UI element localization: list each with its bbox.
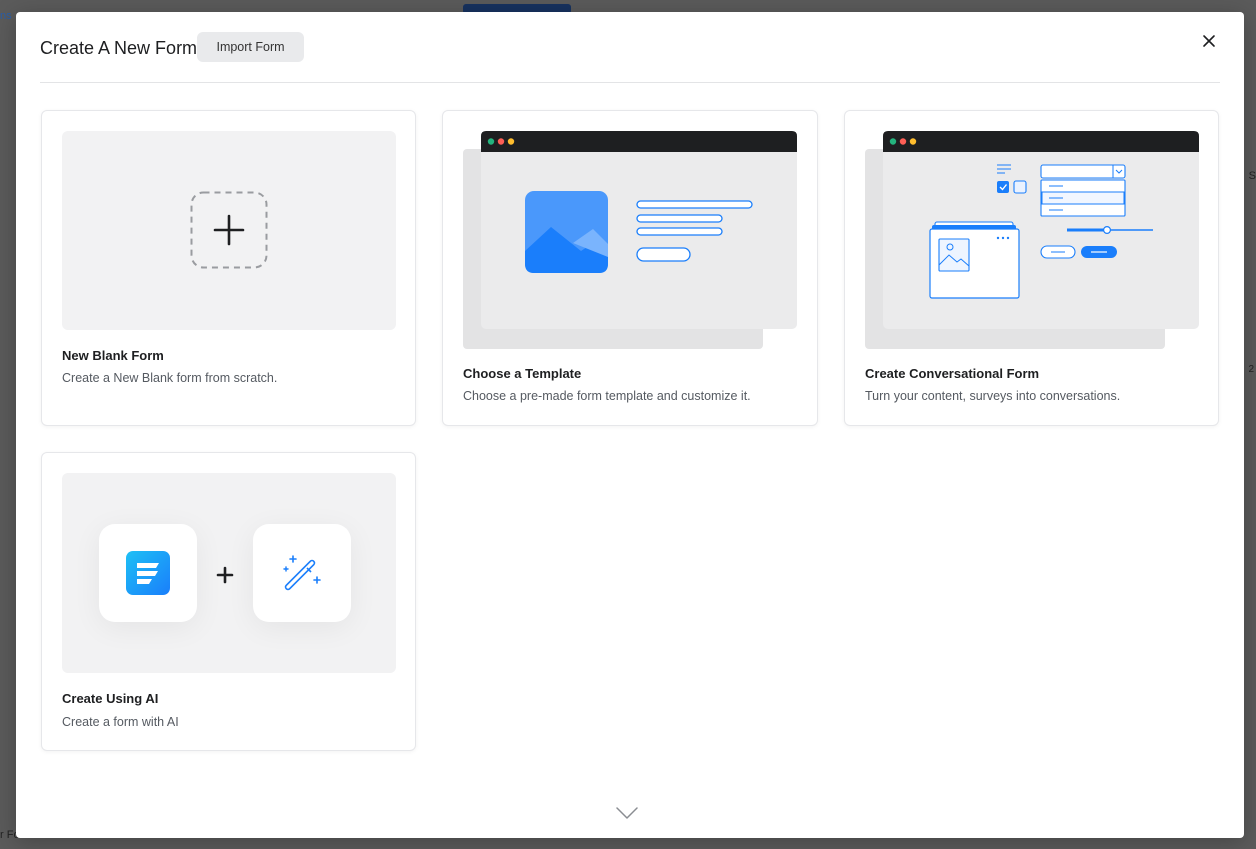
close-button[interactable] — [1194, 26, 1224, 56]
modal-title: Create A New Form — [40, 38, 198, 58]
card-description: Turn your content, surveys into conversa… — [865, 389, 1121, 403]
modal-header: Create A New Form Import Form — [40, 12, 1220, 83]
ai-thumbnail — [62, 473, 396, 673]
card-description: Choose a pre-made form template and cust… — [463, 389, 751, 403]
card-title: Create Using AI — [62, 691, 159, 706]
ai-magic-wand-icon — [283, 555, 321, 591]
card-description: Create a New Blank form from scratch. — [62, 371, 278, 385]
chevron-down-icon — [616, 807, 638, 819]
blank-form-thumbnail — [62, 131, 396, 330]
import-form-button[interactable]: Import Form — [197, 32, 304, 62]
card-description: Create a form with AI — [62, 715, 179, 729]
card-title: New Blank Form — [62, 348, 164, 363]
ai-tile — [253, 524, 351, 622]
choose-template-card[interactable]: Choose a Template Choose a pre-made form… — [442, 110, 818, 426]
conversational-illustration — [865, 131, 1199, 349]
plus-icon — [190, 191, 268, 269]
new-blank-form-card[interactable]: New Blank Form Create a New Blank form f… — [41, 110, 416, 426]
conversational-form-card[interactable]: Create Conversational Form Turn your con… — [844, 110, 1219, 426]
background-right-text-2: 2 — [1248, 364, 1254, 375]
scroll-down-button[interactable] — [616, 806, 638, 820]
plus-icon — [216, 566, 234, 584]
app-logo-tile — [99, 524, 197, 622]
card-title: Create Conversational Form — [865, 366, 1040, 381]
create-using-ai-card[interactable]: Create Using AI Create a form with AI — [41, 452, 416, 751]
close-icon — [1203, 35, 1215, 47]
fluentform-logo-icon — [126, 551, 170, 595]
create-form-modal: Create A New Form Import Form New Blank … — [16, 12, 1244, 838]
background-right-text: S — [1248, 170, 1256, 182]
background-left-text: ns — [0, 10, 12, 22]
template-illustration — [463, 131, 797, 349]
card-title: Choose a Template — [463, 366, 582, 381]
